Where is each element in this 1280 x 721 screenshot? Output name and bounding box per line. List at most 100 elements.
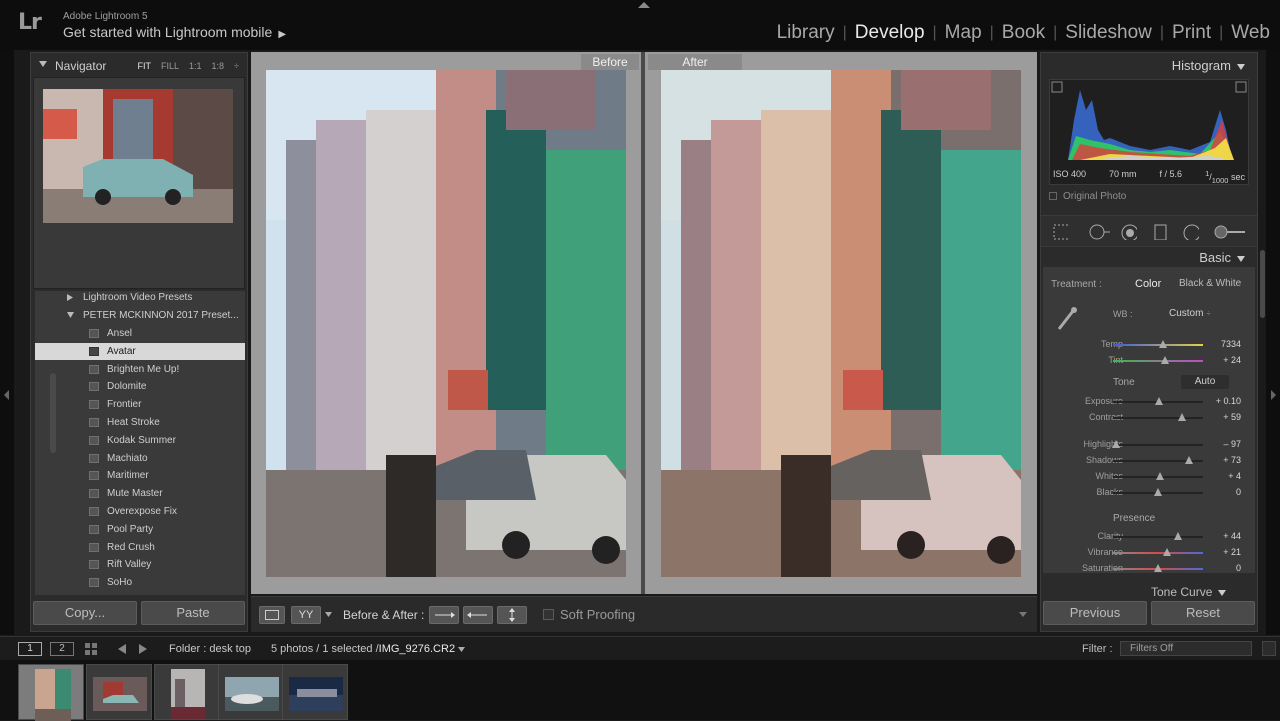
collapse-right-icon[interactable] [1271,390,1276,400]
loupe-view-button[interactable] [259,606,285,624]
slider-track[interactable] [1113,417,1203,419]
filmstrip-thumbnail[interactable] [18,664,84,721]
previous-button[interactable]: Previous [1043,601,1147,625]
zoom-fit[interactable]: FIT [138,61,152,71]
preset-group-lightroom-video[interactable]: Lightroom Video Presets [35,291,245,306]
module-print[interactable]: Print [1168,22,1215,44]
navigator-header[interactable]: Navigator FIT FILL 1:1 1:8 ÷ [31,55,247,77]
filename-dropdown-icon[interactable] [458,647,466,652]
white-balance-eyedropper-icon[interactable] [1053,305,1079,333]
slider-whites[interactable]: Whites + 4 [1043,469,1255,485]
reset-button[interactable]: Reset [1151,601,1255,625]
wb-select[interactable]: Custom ÷ [1169,308,1211,319]
slider-value[interactable]: 0 [1236,563,1241,573]
soft-proofing-checkbox[interactable] [543,609,554,620]
slider-track[interactable] [1113,552,1203,554]
spot-removal-icon[interactable] [1089,224,1111,240]
treatment-color[interactable]: Color [1135,278,1161,290]
left-panel-scrollbar[interactable] [50,373,56,453]
slider-value[interactable]: 0 [1236,487,1241,497]
graduated-filter-icon[interactable] [1154,224,1170,240]
slider-thumb[interactable] [1155,472,1164,480]
treatment-black-white[interactable]: Black & White [1179,278,1241,289]
slider-value[interactable]: + 24 [1223,355,1241,365]
auto-tone-button[interactable]: Auto [1181,375,1229,389]
slider-thumb[interactable] [1158,340,1167,348]
slider-shadows[interactable]: Shadows + 73 [1043,453,1255,469]
slider-value[interactable]: + 0.10 [1216,396,1241,406]
slider-thumb[interactable] [1163,548,1171,556]
preset-group-peter-mckinnon[interactable]: PETER MCKINNON 2017 Preset... [35,307,245,324]
collapse-left-icon[interactable] [4,390,9,400]
preset-item[interactable]: Avatar [35,342,245,360]
filmstrip-thumbnail[interactable] [282,664,348,720]
expand-triangle-icon[interactable] [67,294,73,301]
preset-item[interactable]: Frontier [35,396,245,413]
slider-thumb[interactable] [1111,440,1120,448]
after-photo[interactable] [661,70,1021,577]
original-photo-toggle[interactable]: Original Photo [1049,191,1126,202]
crop-icon[interactable] [1053,224,1069,240]
preset-item[interactable]: Kodak Summer [35,432,245,449]
folder-label[interactable]: Folder : desk top [169,643,251,655]
slider-value[interactable]: + 21 [1223,547,1241,557]
preset-item[interactable]: Red Crush [35,539,245,556]
preset-item[interactable]: Machiato [35,450,245,467]
back-arrow-icon[interactable] [116,643,128,655]
preset-item[interactable]: Maritimer [35,467,245,484]
module-develop[interactable]: Develop [851,22,929,44]
zoom-1-8[interactable]: 1:8 [212,61,225,71]
slider-track[interactable] [1113,360,1203,362]
slider-thumb[interactable] [1154,488,1162,496]
slider-clarity[interactable]: Clarity + 44 [1043,529,1255,545]
slider-blacks[interactable]: Blacks 0 [1043,485,1255,501]
zoom-fill[interactable]: FILL [161,61,179,71]
toolbar-menu-icon[interactable] [1019,612,1027,617]
filmstrip-thumbnail[interactable] [86,664,152,720]
collapse-triangle-icon[interactable] [1237,255,1245,262]
slider-thumb[interactable] [1154,397,1163,405]
original-photo-checkbox[interactable] [1049,192,1057,201]
slider-thumb[interactable] [1161,356,1170,364]
left-edge[interactable] [0,50,14,635]
module-map[interactable]: Map [941,22,986,44]
slider-highlights[interactable]: Highlights – 97 [1043,437,1255,453]
primary-window-button[interactable]: 1 [18,642,42,656]
copy-button[interactable]: Copy... [33,601,137,625]
preset-item[interactable]: Pool Party [35,521,245,538]
slider-thumb[interactable] [1178,413,1187,421]
module-slideshow[interactable]: Slideshow [1061,22,1156,44]
preset-item[interactable]: Heat Stroke [35,414,245,431]
forward-arrow-icon[interactable] [137,643,149,655]
preset-item[interactable]: Brighten Me Up! [35,361,245,378]
swap-before-after-button[interactable] [497,606,527,624]
slider-vibrance[interactable]: Vibrance + 21 [1043,545,1255,561]
slider-contrast[interactable]: Contrast + 59 [1043,410,1255,426]
view-menu-arrow-icon[interactable] [325,612,332,617]
preset-item[interactable]: Dolomite [35,378,245,395]
collapse-triangle-icon[interactable] [39,61,47,67]
slider-tint[interactable]: Tint+ 24 [1043,353,1255,369]
right-panel-scrollbar[interactable] [1260,250,1265,318]
before-photo[interactable] [266,70,626,577]
copy-before-to-after-button[interactable] [429,606,459,624]
slider-exposure[interactable]: Exposure + 0.10 [1043,394,1255,410]
module-web[interactable]: Web [1227,22,1274,44]
slider-value[interactable]: – 97 [1223,439,1241,449]
navigator-thumbnail[interactable] [43,89,233,223]
slider-value[interactable]: + 4 [1228,471,1241,481]
histogram-header[interactable]: Histogram [1172,58,1245,73]
tone-curve-header[interactable]: Tone Curve [1151,585,1227,599]
slider-track[interactable] [1113,536,1203,538]
slider-thumb[interactable] [1154,564,1162,572]
selected-filename[interactable]: IMG_9276.CR2 [379,643,455,655]
collapse-triangle-icon[interactable] [67,312,74,318]
slider-saturation[interactable]: Saturation 0 [1043,561,1255,577]
module-library[interactable]: Library [773,22,839,44]
adjustment-brush-icon[interactable] [1213,224,1247,240]
zoom-more-icon[interactable]: ÷ [234,61,239,71]
grid-view-icon[interactable] [84,642,102,656]
filmstrip-thumbnail[interactable] [218,664,284,720]
filmstrip-thumbnail[interactable] [154,664,220,720]
filter-select[interactable]: Filters Off [1120,641,1252,656]
